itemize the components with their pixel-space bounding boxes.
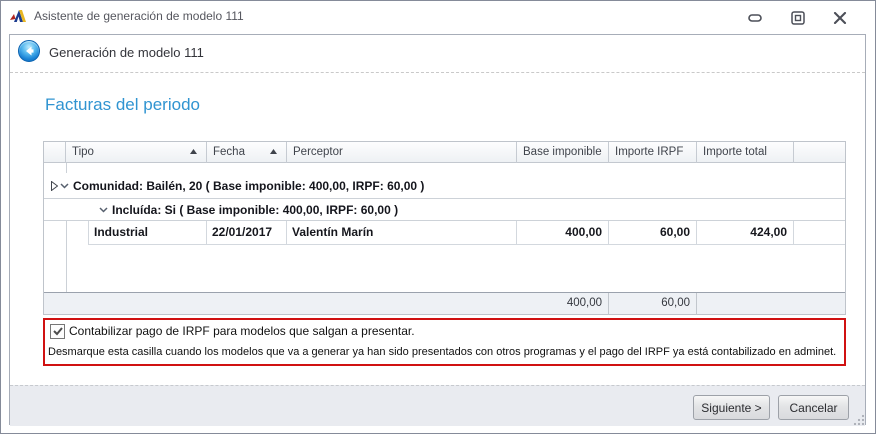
sort-asc-icon [270, 149, 277, 154]
group-label-comunidad: Comunidad: Bailén, 20 ( Base imponible: … [73, 179, 425, 193]
cell-perceptor[interactable]: Valentín Marín [287, 221, 517, 245]
grid-header-row: Tipo Fecha Perceptor Base imponible Impo… [44, 142, 845, 163]
next-button[interactable]: Siguiente > [693, 395, 770, 420]
minimize-icon [748, 14, 762, 22]
window-title: Asistente de generación de modelo 111 [34, 9, 244, 23]
maximize-icon [791, 11, 805, 25]
summary-row: 400,00 60,00 [44, 292, 845, 315]
checkmark-icon [52, 327, 63, 336]
cancel-button[interactable]: Cancelar [778, 395, 849, 420]
back-button[interactable] [18, 40, 40, 62]
sort-asc-icon [190, 149, 197, 154]
maximize-button[interactable] [787, 9, 809, 27]
column-header-perceptor[interactable]: Perceptor [287, 142, 517, 163]
contabilizar-checkbox[interactable] [50, 324, 65, 339]
group-row-incluida[interactable]: Incluída: Si ( Base imponible: 400,00, I… [44, 199, 845, 221]
column-header-base[interactable]: Base imponible [517, 142, 609, 163]
summary-irpf: 60,00 [609, 293, 697, 315]
notice-description: Desmarque esta casilla cuando los modelo… [48, 346, 837, 358]
column-header-total[interactable]: Importe total [697, 142, 794, 163]
column-header-empty [794, 142, 845, 163]
cell-base[interactable]: 400,00 [517, 221, 609, 245]
current-row-indicator-icon [51, 181, 58, 191]
cell-tipo[interactable]: Industrial [88, 221, 207, 245]
column-header-tipo[interactable]: Tipo [66, 142, 207, 163]
column-header-irpf[interactable]: Importe IRPF [609, 142, 697, 163]
cell-empty [794, 221, 845, 245]
resize-grip[interactable] [853, 413, 865, 426]
chevron-down-icon[interactable] [60, 183, 69, 189]
row-indicator-header [44, 142, 66, 163]
app-logo-icon [9, 8, 29, 26]
cell-irpf[interactable]: 60,00 [609, 221, 697, 245]
irpf-notice-box: Contabilizar pago de IRPF para modelos q… [43, 318, 846, 366]
group-label-incluida: Incluída: Si ( Base imponible: 400,00, I… [112, 203, 399, 217]
page-title: Generación de modelo 111 [49, 45, 204, 60]
cell-total[interactable]: 424,00 [697, 221, 794, 245]
back-arrow-icon [26, 46, 34, 56]
titlebar: Asistente de generación de modelo 111 [1, 1, 875, 34]
close-button[interactable] [829, 9, 851, 27]
resize-grip-icon [853, 414, 865, 426]
contabilizar-label[interactable]: Contabilizar pago de IRPF para modelos q… [69, 324, 415, 338]
close-icon [833, 12, 847, 24]
minimize-button[interactable] [744, 9, 766, 27]
header-separator [10, 72, 865, 73]
wizard-window: Asistente de generación de modelo 111 Ge… [0, 0, 876, 434]
invoices-grid: Tipo Fecha Perceptor Base imponible Impo… [43, 141, 846, 315]
chevron-down-icon[interactable] [99, 207, 108, 213]
group-row-comunidad[interactable]: Comunidad: Bailén, 20 ( Base imponible: … [44, 173, 845, 199]
section-title: Facturas del periodo [45, 95, 200, 114]
cell-fecha[interactable]: 22/01/2017 [207, 221, 287, 245]
summary-base: 400,00 [517, 293, 609, 315]
